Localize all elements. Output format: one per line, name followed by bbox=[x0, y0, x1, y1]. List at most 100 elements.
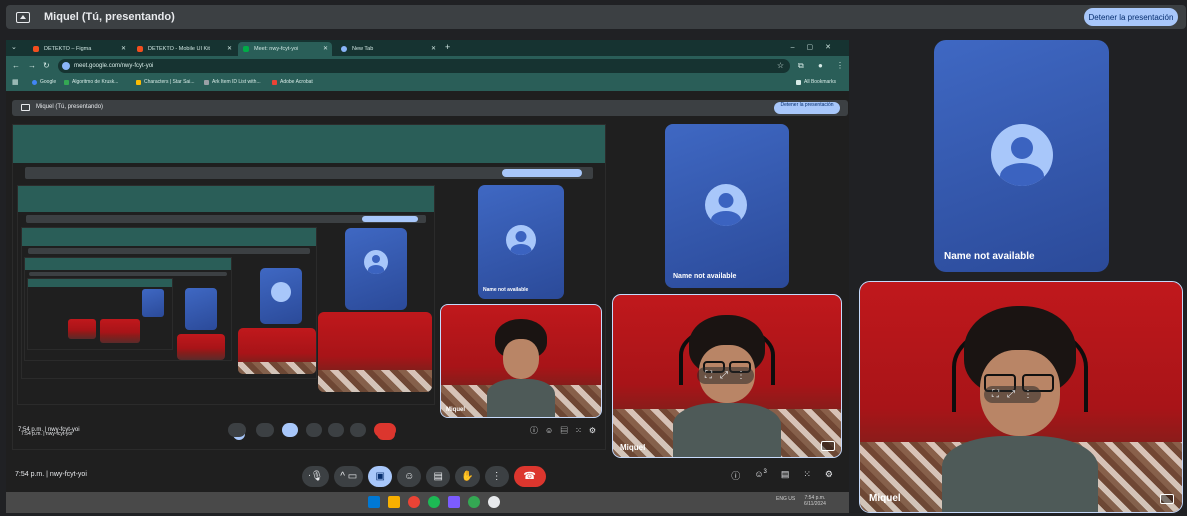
inner-meeting-info: 7:54 p.m. | nwy-fcyt-yoi bbox=[18, 427, 80, 433]
inner-hand-button bbox=[350, 423, 366, 437]
close-tab-icon[interactable]: ✕ bbox=[227, 42, 232, 56]
tab-label: Meet: nwy-fcyt-yoi bbox=[254, 46, 299, 52]
inner-presenting-title: Miquel (Tú, presentando) bbox=[36, 104, 104, 110]
chrome-icon[interactable] bbox=[408, 496, 420, 508]
emoji-button[interactable]: ☺ bbox=[397, 465, 422, 487]
pin-icon[interactable]: ⤢ bbox=[1007, 389, 1015, 400]
inner-mic-button bbox=[228, 423, 246, 437]
tab-figma[interactable]: DETEKTO – Figma ✕ bbox=[28, 42, 130, 56]
more-options-icon[interactable]: ⋮ bbox=[736, 370, 746, 381]
participant-tile-medium bbox=[318, 312, 432, 392]
window-controls[interactable]: –▢✕ bbox=[791, 43, 843, 51]
back-icon[interactable]: ← bbox=[12, 61, 20, 70]
nested-browser-chrome bbox=[28, 279, 172, 287]
participant-tile-small bbox=[260, 268, 302, 324]
site-info-icon[interactable] bbox=[62, 62, 70, 70]
taskbar-clock: 7:54 p.m. 6/11/2024 bbox=[804, 495, 826, 507]
profile-icon[interactable]: ● bbox=[818, 61, 823, 70]
frame-icon[interactable]: ⛶ bbox=[992, 389, 999, 400]
nested-browser-chrome bbox=[25, 258, 231, 270]
reload-icon[interactable]: ↻ bbox=[43, 61, 50, 70]
tab-new[interactable]: New Tab ✕ bbox=[336, 42, 440, 56]
picture-in-picture-icon[interactable] bbox=[1160, 494, 1174, 504]
close-tab-icon[interactable]: ✕ bbox=[323, 42, 328, 56]
present-button[interactable]: ▣ bbox=[368, 465, 393, 487]
inner-meet-controls: 7:54 p.m. | nwy-fcyt-yoi ⓘ☺▤⁙⚙ bbox=[6, 416, 849, 446]
tile-overlay-controls: ⛶ ⤢ ⋮ bbox=[697, 367, 754, 384]
browser-chrome: ⌄ DETEKTO – Figma ✕ DETEKTO - Mobile UI … bbox=[6, 40, 849, 91]
tile-name: Miquel bbox=[446, 407, 465, 413]
participant-tile-unknown-large: Name not available bbox=[934, 40, 1109, 272]
all-bookmarks[interactable]: All Bookmarks bbox=[796, 79, 836, 85]
inner-right-controls: ⓘ☺▤⁙⚙ bbox=[530, 426, 604, 435]
windows-icon[interactable] bbox=[368, 496, 380, 508]
close-tab-icon[interactable]: ✕ bbox=[431, 42, 436, 56]
tile-name: Miquel bbox=[869, 493, 901, 504]
avatar-icon bbox=[506, 225, 536, 255]
stop-presenting-button[interactable]: Detener la presentación bbox=[1084, 8, 1178, 26]
app-icon[interactable] bbox=[488, 496, 500, 508]
menu-icon[interactable]: ⋮ bbox=[836, 61, 844, 70]
nested-capture-1: Name not available Miquel 7:54 p.m. | nw… bbox=[12, 124, 606, 450]
tab-figma-mobile[interactable]: DETEKTO - Mobile UI Kit ✕ bbox=[132, 42, 236, 56]
participant-tile-tiny bbox=[68, 319, 96, 339]
activities-icon[interactable]: ⁙ bbox=[803, 469, 811, 482]
avatar-icon bbox=[705, 184, 747, 226]
frame-icon[interactable]: ⛶ bbox=[705, 370, 712, 381]
tile-overlay-controls: ⛶ ⤢ ⋮ bbox=[984, 386, 1041, 403]
bookmark-kruskal[interactable]: Algoritmo de Krusk... bbox=[64, 79, 118, 85]
bookmark-acrobat[interactable]: Adobe Acrobat bbox=[272, 79, 313, 85]
tab-meet[interactable]: Meet: nwy-fcyt-yoi ✕ bbox=[238, 42, 332, 56]
chat-icon[interactable]: ▤ bbox=[781, 469, 790, 482]
people-count: 3 bbox=[763, 469, 767, 475]
bookmark-label: Ark Item ID List with... bbox=[212, 79, 261, 85]
host-controls-icon[interactable]: ⚙ bbox=[825, 469, 833, 482]
end-call-button[interactable]: ☎ bbox=[513, 465, 546, 487]
spotify-icon[interactable] bbox=[428, 496, 440, 508]
meeting-info: 7:54 p.m. | nwy-fcyt-yoi bbox=[15, 471, 87, 478]
participant-tile-small bbox=[238, 328, 316, 374]
present-screen-icon bbox=[21, 104, 30, 111]
more-options-button[interactable]: ⋮ bbox=[484, 465, 509, 487]
folder-icon bbox=[796, 80, 801, 85]
tile-name: Name not available bbox=[673, 273, 737, 280]
app-icon[interactable] bbox=[468, 496, 480, 508]
tab-search-icon[interactable]: ⌄ bbox=[11, 43, 17, 51]
bedspread bbox=[238, 362, 316, 374]
bookmark-star-icon[interactable]: ☆ bbox=[777, 59, 784, 73]
file-explorer-icon[interactable] bbox=[388, 496, 400, 508]
bookmark-label: Google bbox=[40, 79, 57, 85]
participant-tile-level1-cam: Miquel bbox=[440, 304, 602, 418]
raise-hand-button[interactable]: ✋ bbox=[455, 465, 480, 487]
camera-button[interactable]: ^ ▭ bbox=[334, 465, 364, 487]
system-tray: ENG US bbox=[776, 496, 795, 502]
pin-icon[interactable]: ⤢ bbox=[720, 370, 728, 381]
taskbar-icons bbox=[368, 496, 500, 508]
inner-stop-presenting-button[interactable]: Detener la presentación bbox=[774, 102, 840, 114]
apps-icon[interactable]: ▦ bbox=[12, 78, 19, 86]
nested-browser-chrome bbox=[18, 186, 434, 212]
meeting-details-icon[interactable]: ⓘ bbox=[731, 469, 740, 482]
bookmark-ark[interactable]: Ark Item ID List with... bbox=[204, 79, 261, 85]
more-options-icon[interactable]: ⋮ bbox=[1023, 389, 1033, 400]
bookmark-google[interactable]: Google bbox=[32, 79, 56, 85]
participant-tile-tiny bbox=[100, 319, 140, 343]
address-bar[interactable]: meet.google.com/nwy-fcyt-yoi ☆ bbox=[58, 59, 790, 73]
captions-button[interactable]: ▤ bbox=[426, 465, 451, 487]
nested-banner bbox=[26, 215, 426, 223]
bookmark-characters[interactable]: Characters | Star Sai... bbox=[136, 79, 194, 85]
chrome-icon bbox=[341, 46, 347, 52]
bedspread bbox=[318, 370, 432, 392]
forward-icon[interactable]: → bbox=[28, 61, 36, 70]
present-screen-icon bbox=[16, 11, 30, 23]
new-tab-icon[interactable]: + bbox=[445, 42, 450, 52]
avatar-icon bbox=[364, 250, 388, 274]
presenting-banner: Miquel (Tú, presentando) Detener la pres… bbox=[6, 5, 1186, 29]
app-icon[interactable] bbox=[448, 496, 460, 508]
participant-tile-medium bbox=[345, 228, 407, 310]
people-icon[interactable]: ☺3 bbox=[754, 469, 767, 482]
close-tab-icon[interactable]: ✕ bbox=[121, 42, 126, 56]
extensions-icon[interactable]: ⧉ bbox=[798, 61, 804, 71]
audio-settings-button[interactable]: ᐧ🎙 bbox=[302, 465, 330, 487]
participant-tile-main-cam: ⛶ ⤢ ⋮ Miquel bbox=[859, 281, 1183, 513]
